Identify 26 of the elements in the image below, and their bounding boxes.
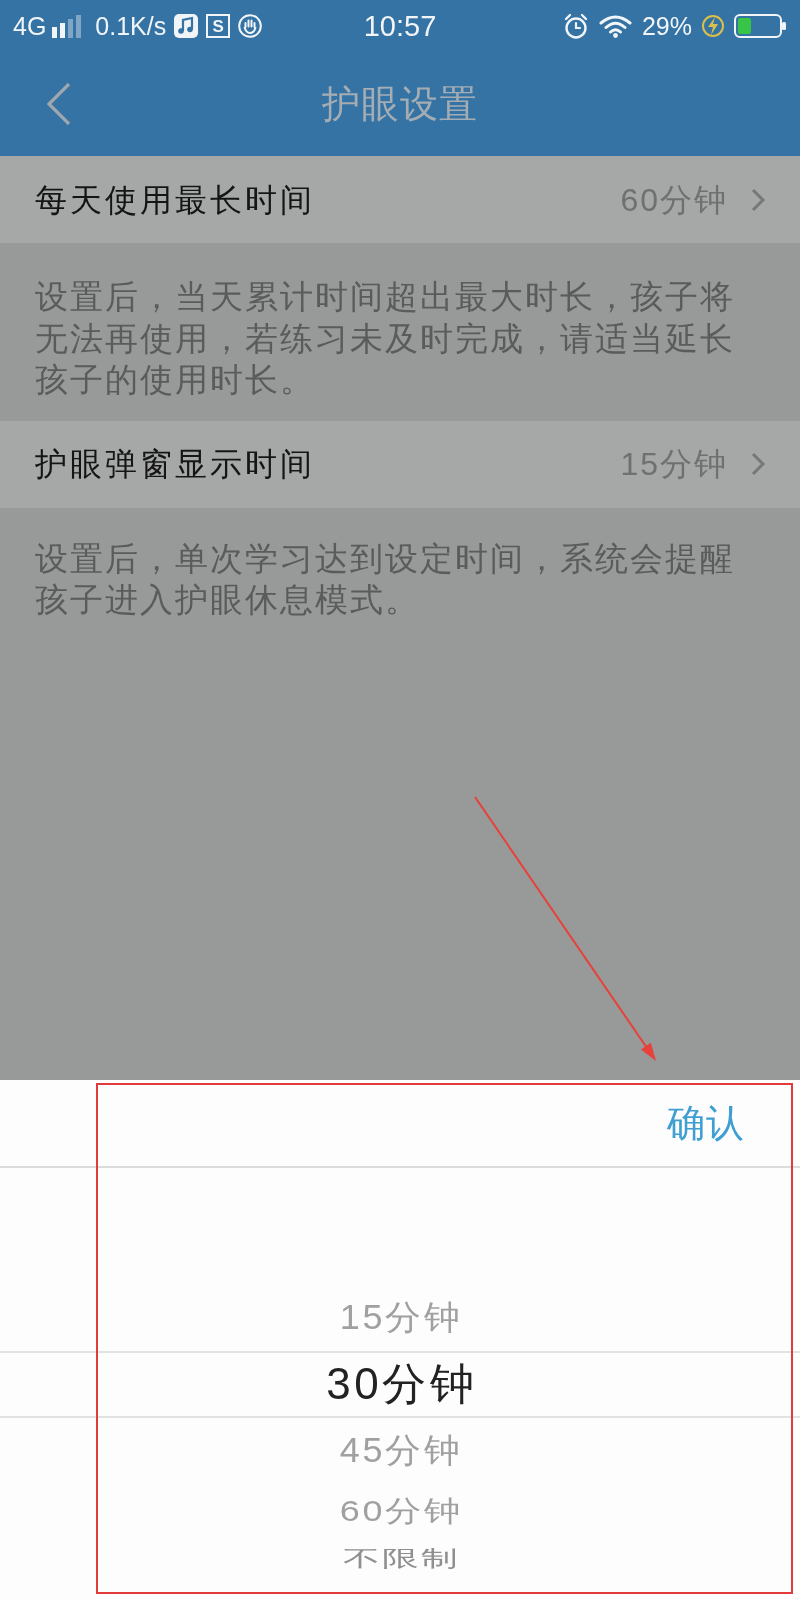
picker-option[interactable]: 15分钟 bbox=[336, 1298, 464, 1338]
status-time: 10:57 bbox=[363, 10, 437, 42]
hand-icon bbox=[238, 14, 263, 38]
wifi-icon bbox=[598, 14, 632, 38]
setting-description: 设置后，单次学习达到设定时间，系统会提醒孩子进入护眼休息模式。 bbox=[35, 538, 736, 620]
page-title: 护眼设置 bbox=[322, 82, 478, 127]
picker-option[interactable]: 60分钟 bbox=[336, 1494, 464, 1528]
picker-option[interactable]: 45分钟 bbox=[336, 1431, 464, 1471]
music-note-icon bbox=[174, 14, 199, 38]
network-speed: 0.1K/s bbox=[95, 12, 167, 40]
battery-percent: 29% bbox=[641, 12, 692, 40]
signal-icon bbox=[52, 14, 82, 38]
setting-title: 护眼弹窗显示时间 bbox=[35, 445, 315, 484]
confirm-button[interactable]: 确认 bbox=[667, 1095, 745, 1151]
setting-title: 每天使用最长时间 bbox=[35, 180, 315, 220]
battery-icon bbox=[734, 14, 787, 38]
network-label: 4G bbox=[13, 12, 47, 40]
picker-option[interactable]: 30分钟 bbox=[322, 1359, 478, 1410]
picker-option[interactable]: 不限制 bbox=[340, 1546, 460, 1572]
chevron-right-icon bbox=[750, 186, 766, 213]
chevron-right-icon bbox=[750, 451, 766, 477]
back-icon[interactable] bbox=[45, 81, 73, 127]
letter-badge: S bbox=[206, 14, 231, 38]
alarm-clock-icon bbox=[562, 12, 589, 40]
charging-bolt-icon bbox=[702, 14, 724, 38]
setting-description: 设置后，当天累计时间超出最大时长，孩子将无法再使用，若练习未及时完成，请适当延长孩子的使用时长。 bbox=[35, 277, 736, 400]
